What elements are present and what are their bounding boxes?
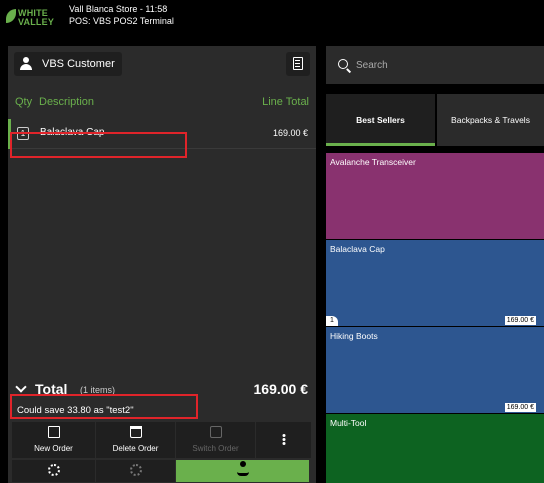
ticket-column-header: Qty Description Line Total bbox=[8, 94, 316, 110]
switch-icon bbox=[209, 426, 222, 438]
pay-button[interactable] bbox=[176, 460, 310, 483]
tab-best-sellers[interactable]: Best Sellers bbox=[326, 94, 435, 146]
search-input[interactable] bbox=[356, 54, 536, 76]
gear-icon bbox=[47, 464, 60, 476]
product-name: Hiking Boots bbox=[330, 331, 378, 341]
delete-order-button[interactable]: Delete Order bbox=[96, 422, 176, 459]
tab-backpacks-travels-label: Backpacks & Travels bbox=[451, 115, 530, 125]
product-qty-badge: 1 bbox=[326, 316, 338, 326]
white-valley-logo: WHITE VALLEY bbox=[6, 6, 62, 30]
new-order-button[interactable]: New Order bbox=[12, 422, 96, 459]
disabled-gear-icon bbox=[129, 464, 142, 476]
description-header: Description bbox=[39, 96, 95, 108]
category-tabs: Best Sellers Backpacks & Travels bbox=[326, 94, 544, 146]
store-time: Vall Blanca Store - 11:58 bbox=[69, 4, 168, 14]
product-name: Balaclava Cap bbox=[330, 244, 385, 254]
total-amount: 169.00 € bbox=[253, 381, 309, 397]
product-tile-balaclava-cap[interactable]: Balaclava Cap 1 169.00 € bbox=[326, 240, 544, 326]
customer-button[interactable]: VBS Customer bbox=[14, 52, 122, 76]
switch-order-button[interactable]: Switch Order bbox=[176, 422, 256, 459]
line-amount: 169.00 € bbox=[272, 128, 308, 138]
hand-money-icon bbox=[236, 461, 249, 476]
logo-text-line2: VALLEY bbox=[18, 17, 55, 27]
chevron-down-icon[interactable] bbox=[15, 381, 27, 393]
more-vertical-icon bbox=[282, 434, 285, 437]
catalog-panel: Best Sellers Backpacks & Travels Avalanc… bbox=[326, 46, 544, 483]
product-tile-avalanche-transceiver[interactable]: Avalanche Transceiver bbox=[326, 153, 544, 239]
highlight-box-message bbox=[10, 394, 198, 419]
trash-icon bbox=[129, 426, 142, 438]
more-options-button[interactable] bbox=[256, 422, 312, 459]
product-name: Avalanche Transceiver bbox=[330, 157, 416, 167]
product-tile-hiking-boots[interactable]: Hiking Boots 169.00 € bbox=[326, 327, 544, 413]
customer-label: VBS Customer bbox=[42, 58, 115, 70]
receipt-button[interactable] bbox=[286, 52, 310, 76]
search-icon bbox=[338, 59, 348, 69]
product-price: 169.00 € bbox=[504, 316, 536, 325]
product-tile-multi-tool[interactable]: Multi-Tool bbox=[326, 414, 544, 483]
settings-button[interactable] bbox=[12, 460, 96, 483]
product-price: 169.00 € bbox=[504, 403, 536, 412]
user-icon bbox=[14, 52, 38, 76]
leaf-icon bbox=[6, 9, 16, 23]
delete-order-label: Delete Order bbox=[112, 444, 159, 453]
receipt-icon bbox=[293, 57, 303, 70]
search-bar bbox=[326, 46, 544, 84]
tab-best-sellers-label: Best Sellers bbox=[356, 115, 405, 125]
qty-header: Qty bbox=[15, 96, 33, 108]
new-document-icon bbox=[47, 426, 60, 438]
top-bar: WHITE VALLEY Vall Blanca Store - 11:58 P… bbox=[0, 0, 544, 36]
highlight-box-line bbox=[10, 132, 187, 158]
line-total-header: Line Total bbox=[262, 96, 309, 108]
pos-terminal: POS: VBS POS2 Terminal bbox=[69, 16, 174, 26]
ticket-panel: VBS Customer Qty Description Line Total … bbox=[8, 46, 316, 483]
product-name: Multi-Tool bbox=[330, 418, 367, 428]
tab-backpacks-travels[interactable]: Backpacks & Travels bbox=[437, 94, 544, 146]
new-order-label: New Order bbox=[34, 444, 73, 453]
disabled-action-button[interactable] bbox=[96, 460, 176, 483]
switch-order-label: Switch Order bbox=[192, 444, 239, 453]
action-buttons: New Order Delete Order Switch Order bbox=[8, 422, 316, 483]
